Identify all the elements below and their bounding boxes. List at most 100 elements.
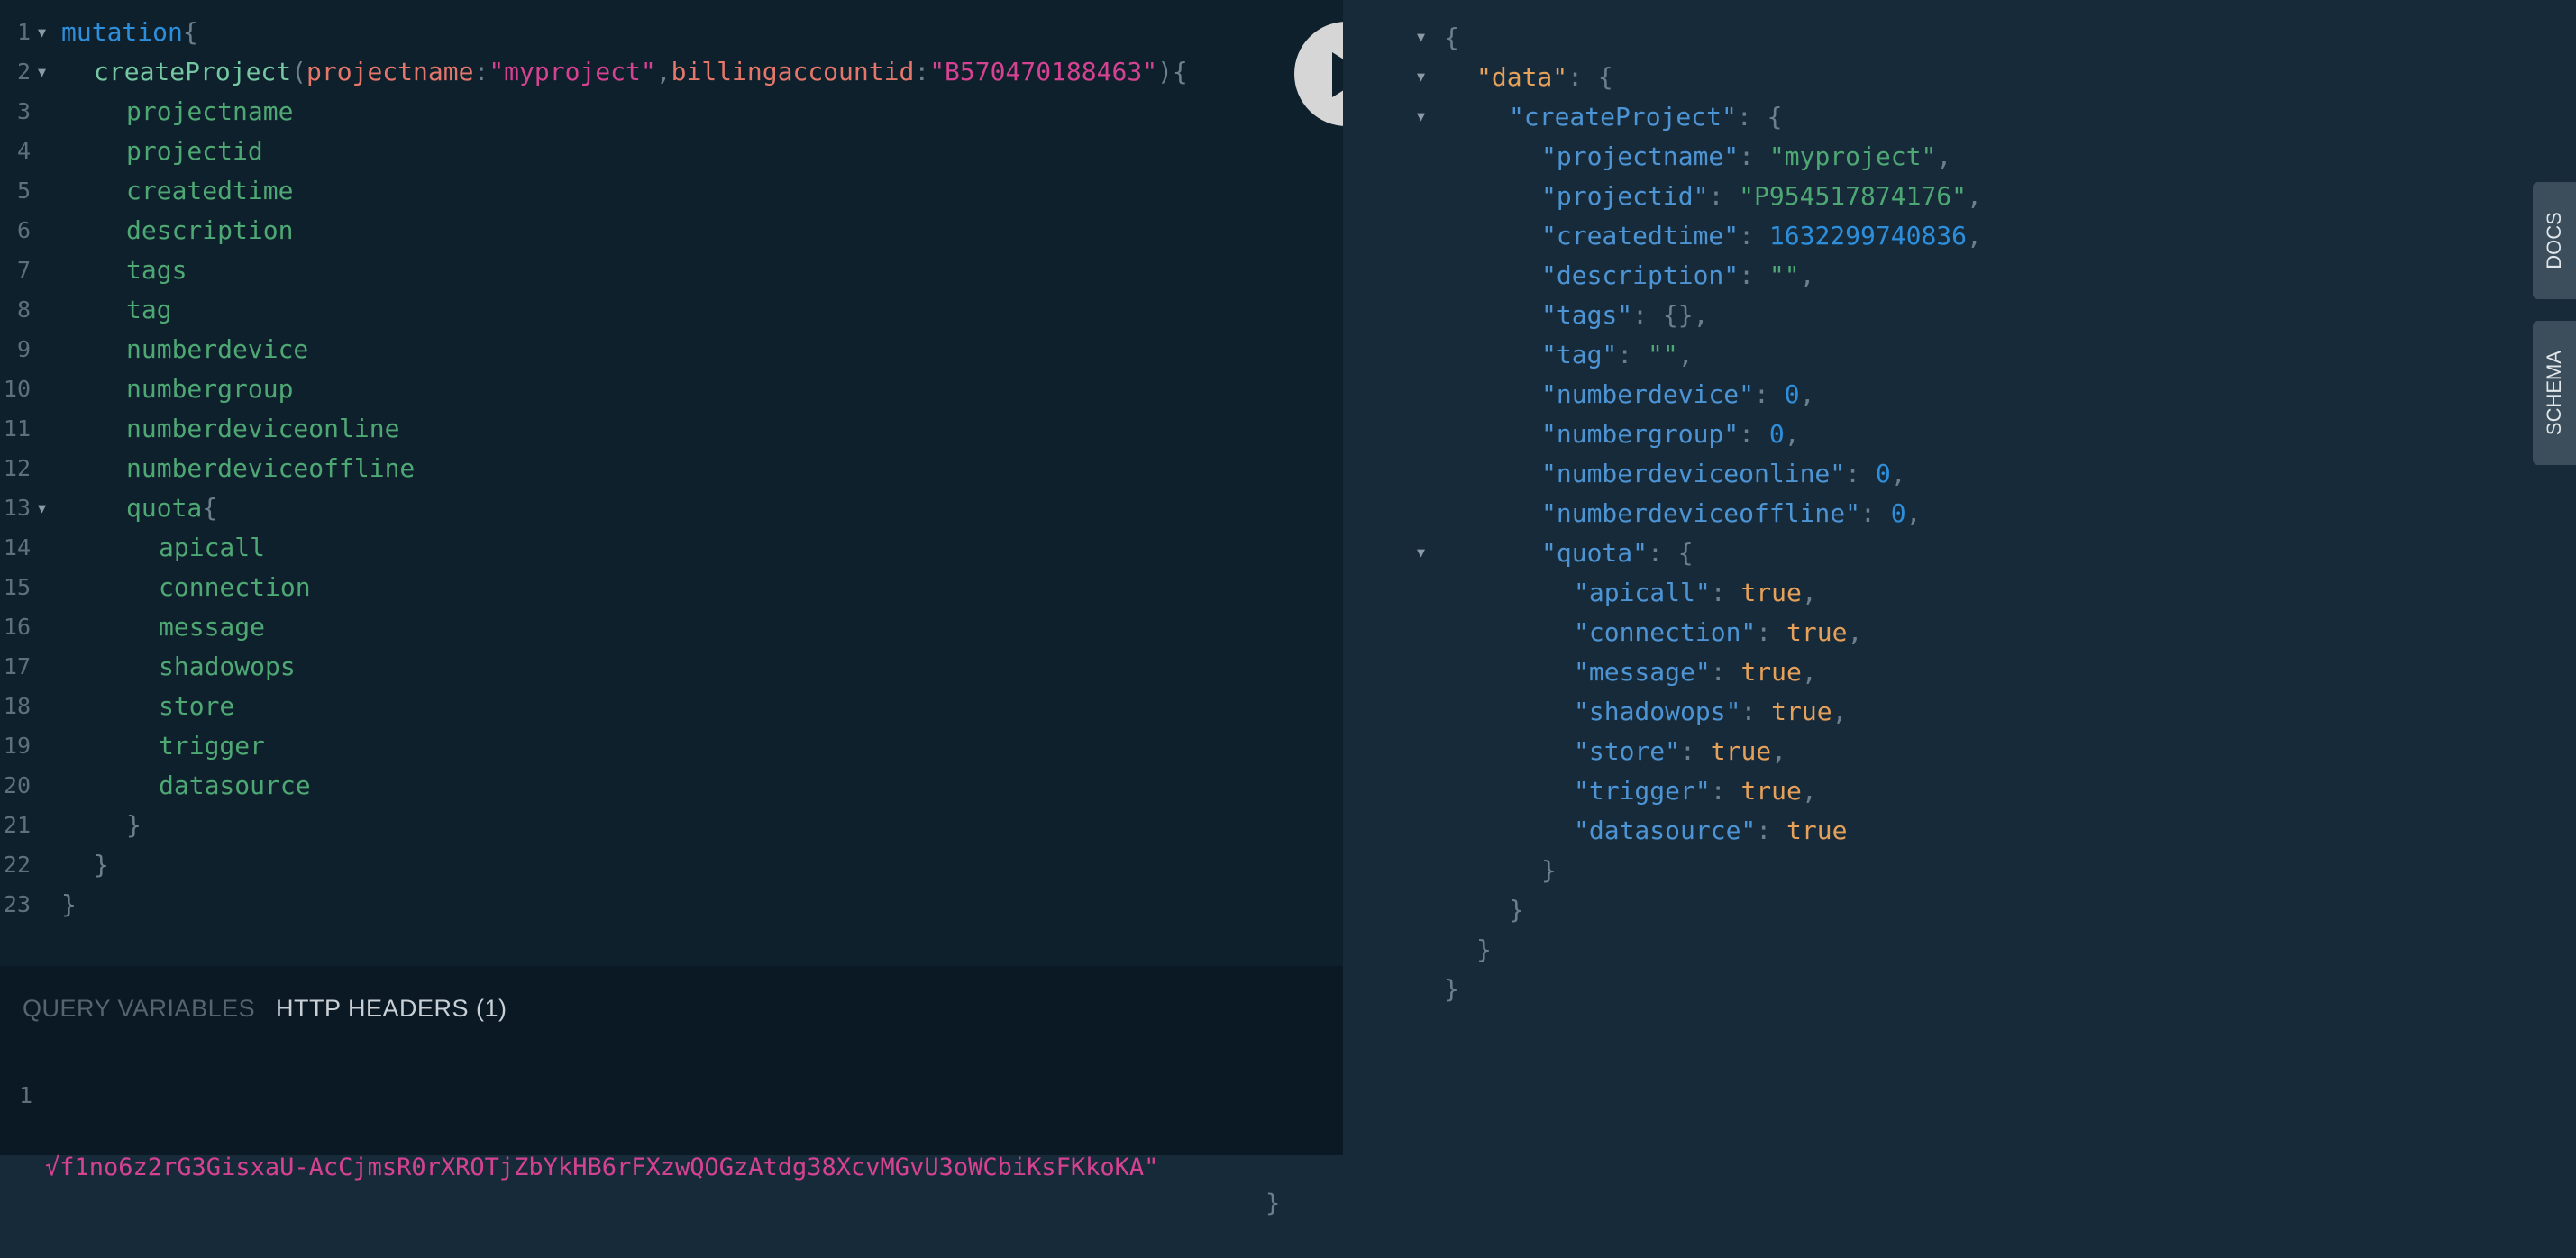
code-line: 2 ▼ createProject(projectname:"myproject",… — [0, 52, 1343, 92]
docs-tab[interactable]: DOCS — [2533, 182, 2576, 299]
argument-name: projectname — [306, 57, 474, 87]
line-number: 1 — [16, 19, 31, 45]
colon: : { — [1736, 102, 1783, 132]
argument-name: billingaccountid — [671, 57, 915, 87]
comma: , — [1801, 776, 1817, 806]
comma: , — [1967, 221, 1982, 251]
query-field: trigger — [159, 731, 266, 761]
colon: : — [1756, 816, 1787, 845]
tab-query-variables[interactable]: QUERY VARIABLES — [23, 995, 255, 1023]
result-value: 1632299740836 — [1768, 221, 1968, 251]
result-value: true — [1786, 617, 1848, 647]
result-line: "store": true, — [1574, 732, 1786, 771]
fold-arrow-icon[interactable]: ▼ — [1417, 108, 1425, 124]
code-content: tags — [126, 251, 187, 290]
result-value: "myproject" — [1768, 141, 1937, 171]
colon: : — [1845, 459, 1876, 488]
fold-arrow-icon[interactable]: ▼ — [38, 488, 46, 528]
brace: { — [1444, 23, 1459, 52]
header-value: √f1no6z2rG3GisxaU-AcCjmsR0rXROTjZbYkHB6r… — [45, 1153, 1159, 1181]
result-line: "numberdeviceonline": 0, — [1541, 454, 1906, 494]
comma: , — [1832, 697, 1848, 726]
colon: : — [1740, 697, 1772, 726]
fold-arrow-icon[interactable]: ▼ — [38, 13, 46, 52]
query-field: datasource — [159, 770, 311, 800]
result-value: "" — [1768, 260, 1800, 290]
line-number: 16 — [3, 614, 31, 640]
code-content: datasource — [159, 766, 311, 806]
fold-arrow-icon[interactable]: ▼ — [1417, 68, 1425, 85]
code-line: 1 ▼ mutation{ — [0, 13, 1343, 52]
query-field: description — [126, 215, 294, 245]
schema-tab[interactable]: SCHEMA — [2533, 321, 2576, 465]
result-value: true — [1740, 776, 1802, 806]
result-key: "quota" — [1541, 538, 1649, 568]
query-field: shadowops — [159, 652, 296, 681]
query-field: createdtime — [126, 176, 294, 205]
comma: , — [1677, 340, 1694, 369]
result-key: "connection" — [1574, 617, 1757, 647]
result-value: 0 — [1875, 459, 1891, 488]
result-value: true — [1740, 657, 1802, 687]
code-content: message — [159, 607, 265, 647]
line-number: 17 — [3, 653, 31, 679]
query-editor[interactable]: 1 ▼ mutation{2 ▼ createProject(projectname:"… — [0, 0, 1343, 966]
code-content: store — [159, 687, 234, 726]
code-line: 22} — [0, 845, 1343, 885]
comma: , — [1799, 379, 1815, 409]
query-field: quota — [126, 493, 203, 523]
result-line: "createProject": { — [1509, 97, 1782, 137]
code-line: 15 connection — [0, 568, 1343, 607]
line-number: 21 — [3, 812, 31, 838]
tab-http-headers[interactable]: HTTP HEADERS (1) — [276, 995, 507, 1023]
result-line: "projectid": "P954517874176", — [1541, 177, 1982, 216]
fold-arrow-icon[interactable]: ▼ — [38, 52, 46, 92]
argument-value: "myproject" — [489, 57, 656, 87]
line-number: 14 — [3, 534, 31, 561]
code-line: 19 trigger — [0, 726, 1343, 766]
result-key: "numbergroup" — [1541, 419, 1740, 449]
code-content: numberdeviceonline — [126, 409, 399, 449]
result-key: "projectid" — [1541, 181, 1709, 211]
colon: : — [1739, 419, 1769, 449]
result-key: "data" — [1476, 62, 1568, 92]
line-number: 18 — [3, 693, 31, 719]
code-content: numberdeviceoffline — [126, 449, 415, 488]
query-field: tag — [126, 295, 172, 324]
code-line: 23} — [0, 885, 1343, 925]
code-content: numbergroup — [126, 369, 293, 409]
brace: } — [1476, 934, 1492, 964]
code-line: 20 datasource — [0, 766, 1343, 806]
comma: , — [1693, 300, 1709, 330]
http-headers-editor[interactable]: 1 √f1no6z2rG3GisxaU-AcCjmsR0rXROTjZbYkHB… — [0, 1078, 1280, 1217]
brace: } — [1509, 895, 1524, 925]
header-close-brace: } — [1265, 1190, 1281, 1217]
result-value: "P954517874176" — [1739, 181, 1968, 211]
query-field: connection — [159, 572, 311, 602]
line-number: 12 — [3, 455, 31, 481]
fold-arrow-icon[interactable]: ▼ — [1417, 544, 1425, 561]
colon: : — [1708, 181, 1740, 211]
code-content: description — [126, 211, 293, 251]
code-line: 3 projectname — [0, 92, 1343, 132]
fold-arrow-icon[interactable]: ▼ — [1417, 29, 1425, 45]
code-content: createdtime — [126, 171, 293, 211]
line-number: 3 — [16, 98, 31, 124]
query-field: apicall — [159, 533, 266, 562]
operation-name: createProject — [94, 57, 292, 87]
result-value: {} — [1662, 300, 1694, 330]
docs-tab-label: DOCS — [2543, 212, 2565, 269]
line-number: 13 — [3, 495, 31, 521]
colon: : — [1756, 617, 1787, 647]
line-number: 11 — [3, 415, 31, 442]
code-line: 12 numberdeviceoffline — [0, 449, 1343, 488]
brace: } — [61, 889, 77, 919]
result-line: "tag": "", — [1541, 335, 1694, 375]
code-line: 4 projectid — [0, 132, 1343, 171]
query-field: tags — [126, 255, 187, 285]
result-key: "tag" — [1541, 340, 1618, 369]
comma: , — [1890, 459, 1906, 488]
comma: , — [1847, 617, 1863, 647]
colon: : { — [1567, 62, 1613, 92]
result-key: "createdtime" — [1541, 221, 1740, 251]
